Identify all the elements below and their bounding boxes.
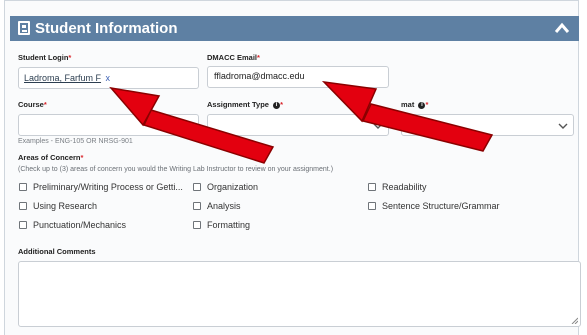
checkbox-label: Preliminary/Writing Process or Getti... — [33, 182, 183, 192]
course-input[interactable] — [18, 114, 199, 136]
checkbox-box[interactable] — [193, 221, 201, 229]
course-label-text: Course — [18, 100, 44, 109]
chevron-up-icon[interactable] — [555, 22, 569, 34]
resize-handle-icon[interactable] — [571, 317, 578, 324]
checkbox-box[interactable] — [193, 202, 201, 210]
required-mark: * — [80, 153, 84, 162]
checkbox-readability[interactable]: Readability — [368, 182, 427, 192]
dmacc-email-value: ffladroma@dmacc.edu — [214, 71, 305, 81]
checkbox-box[interactable] — [368, 202, 376, 210]
checkbox-label: Analysis — [207, 201, 241, 211]
student-information-panel: Student Information Student Login* Ladro… — [4, 0, 581, 335]
assignment-type-select[interactable] — [207, 114, 389, 136]
checkbox-box[interactable] — [19, 183, 27, 191]
chevron-down-icon — [558, 123, 568, 129]
student-login-field[interactable]: Ladroma, Farfum F x — [18, 67, 199, 89]
course-label: Course* — [18, 100, 47, 109]
checkbox-punctuation[interactable]: Punctuation/Mechanics — [19, 220, 126, 230]
format-select[interactable] — [401, 114, 574, 136]
required-mark: * — [425, 100, 429, 109]
document-icon — [18, 21, 30, 35]
checkbox-analysis[interactable]: Analysis — [193, 201, 241, 211]
checkbox-label: Organization — [207, 182, 259, 192]
course-hint: Examples - ENG-105 OR NRSG-901 — [18, 138, 133, 145]
checkbox-using-research[interactable]: Using Research — [19, 201, 97, 211]
areas-of-concern-label-text: Areas of Concern — [18, 153, 81, 162]
format-label: mat i * — [401, 100, 428, 109]
checkbox-preliminary[interactable]: Preliminary/Writing Process or Getti... — [19, 182, 183, 192]
checkbox-label: Using Research — [33, 201, 98, 211]
dmacc-email-label: DMACC Email* — [207, 53, 260, 62]
dmacc-email-field[interactable]: ffladroma@dmacc.edu — [207, 66, 389, 88]
checkbox-box[interactable] — [368, 183, 376, 191]
chevron-down-icon — [373, 123, 383, 129]
student-login-label: Student Login* — [18, 53, 71, 62]
student-login-label-text: Student Login — [18, 53, 69, 62]
checkbox-organization[interactable]: Organization — [193, 182, 258, 192]
format-label-text: mat — [401, 100, 415, 109]
required-mark: * — [43, 100, 47, 109]
required-mark: * — [257, 53, 260, 62]
required-mark: * — [280, 100, 283, 109]
checkbox-box[interactable] — [19, 221, 27, 229]
assignment-type-label: Assignment Type i * — [207, 100, 283, 109]
checkbox-label: Formatting — [207, 220, 251, 230]
panel-header[interactable]: Student Information — [10, 16, 579, 41]
checkbox-box[interactable] — [193, 183, 201, 191]
info-icon[interactable]: i — [273, 102, 281, 109]
required-mark: * — [68, 53, 72, 62]
panel-title: Student Information — [35, 20, 178, 37]
checkbox-label: Punctuation/Mechanics — [33, 220, 127, 230]
areas-instruction: (Check up to (3) areas of concern you wo… — [18, 166, 334, 173]
checkbox-label: Sentence Structure/Grammar — [382, 201, 500, 211]
student-login-token: Ladroma, Farfum F — [24, 73, 102, 83]
checkbox-sentence-structure[interactable]: Sentence Structure/Grammar — [368, 201, 500, 211]
checkbox-formatting[interactable]: Formatting — [193, 220, 250, 230]
dmacc-email-label-text: DMACC Email — [207, 53, 258, 62]
additional-comments-textarea[interactable] — [18, 261, 581, 327]
assignment-type-label-text: Assignment Type — [207, 100, 269, 109]
clear-token-icon[interactable]: x — [106, 73, 111, 83]
checkbox-label: Readability — [382, 182, 427, 192]
additional-comments-label: Additional Comments — [18, 247, 96, 256]
checkbox-box[interactable] — [19, 202, 27, 210]
areas-of-concern-label: Areas of Concern* — [18, 153, 83, 162]
